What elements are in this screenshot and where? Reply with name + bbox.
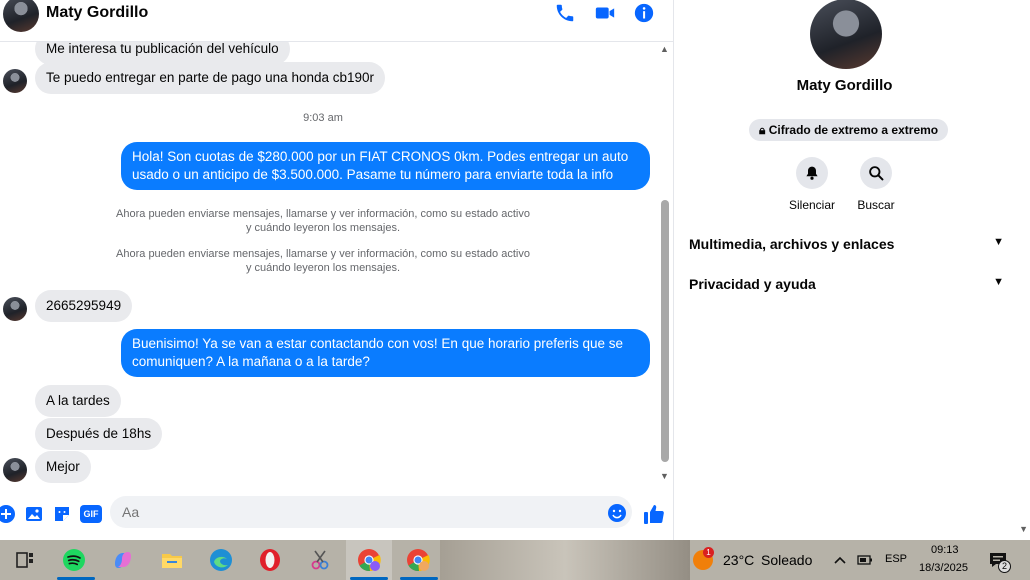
system-notice-line: Ahora pueden enviarse mensajes, llamarse… <box>116 208 530 220</box>
language-indicator[interactable]: ESP <box>885 553 907 565</box>
incoming-message[interactable]: Te puedo entregar en parte de pago una h… <box>35 62 386 94</box>
incoming-message[interactable]: 2665295949 <box>35 290 133 322</box>
mute-button[interactable]: Silenciar <box>777 157 847 212</box>
system-notice: Ahora pueden enviarse mensajes, llamarse… <box>0 207 646 235</box>
encryption-label: Cifrado de extremo a extremo <box>768 123 939 137</box>
chat-panel: Maty Gordillo Me interesa tu publicación… <box>0 0 673 540</box>
plus-icon[interactable] <box>0 504 16 524</box>
incoming-message[interactable]: Después de 18hs <box>35 418 163 450</box>
contact-avatar[interactable] <box>3 0 39 32</box>
task-view-icon[interactable] <box>13 548 37 572</box>
gif-icon[interactable]: GIF <box>80 505 102 523</box>
contact-name[interactable]: Maty Gordillo <box>46 4 148 22</box>
video-call-icon[interactable] <box>594 2 616 24</box>
sticker-icon[interactable] <box>52 504 72 524</box>
copilot-icon[interactable] <box>111 548 135 572</box>
outgoing-message[interactable]: Hola! Son cuotas de $280.000 por un FIAT… <box>121 142 650 190</box>
chevron-down-icon: ▼ <box>993 276 1004 288</box>
bell-icon <box>796 157 828 189</box>
temperature: 23°C <box>723 552 755 568</box>
emoji-icon[interactable] <box>607 503 627 523</box>
clock-time: 09:13 <box>931 544 959 556</box>
search-label: Buscar <box>857 198 895 212</box>
composer-bar: GIF <box>0 490 673 538</box>
scroll-up-arrow-icon[interactable]: ▲ <box>660 44 669 54</box>
search-icon <box>860 157 892 189</box>
incoming-message[interactable]: Mejor <box>35 451 91 483</box>
system-notice: Ahora pueden enviarse mensajes, llamarse… <box>0 247 646 275</box>
section-media-files-links[interactable]: Multimedia, archivos y enlaces ▼ <box>689 236 1004 252</box>
thumbs-up-icon[interactable] <box>643 503 665 525</box>
battery-network-icon[interactable] <box>856 552 874 568</box>
chat-header: Maty Gordillo <box>0 0 673 42</box>
section-label: Multimedia, archivos y enlaces <box>689 236 895 252</box>
scrollbar-thumb[interactable] <box>661 200 669 462</box>
profile-name[interactable]: Maty Gordillo <box>674 77 1015 94</box>
section-privacy-help[interactable]: Privacidad y ayuda ▼ <box>689 276 1004 292</box>
notification-count: 2 <box>998 560 1011 573</box>
contact-avatar-small <box>3 458 27 482</box>
contact-avatar-small <box>3 297 27 321</box>
contact-avatar-small <box>3 69 27 93</box>
outgoing-message[interactable]: Buenisimo! Ya se van a estar contactando… <box>121 329 650 377</box>
spotify-icon[interactable] <box>62 548 86 572</box>
chrome-icon[interactable] <box>406 548 430 572</box>
timestamp: 9:03 am <box>303 112 343 124</box>
snipping-tool-icon[interactable] <box>308 548 332 572</box>
system-notice-line: y cuándo leyeron los mensajes. <box>245 262 401 274</box>
message-input[interactable] <box>110 496 632 528</box>
edge-icon[interactable] <box>209 548 233 572</box>
system-notice-line: y cuándo leyeron los mensajes. <box>245 222 401 234</box>
encryption-badge[interactable]: 🔒︎ Cifrado de extremo a extremo <box>749 119 949 141</box>
weather-condition: Soleado <box>761 552 813 568</box>
clock-date: 18/3/2025 <box>919 562 968 574</box>
chevron-down-icon: ▼ <box>993 236 1004 248</box>
scroll-down-arrow-icon[interactable]: ▼ <box>1019 524 1028 534</box>
message-list: Me interesa tu publicación del vehículo … <box>0 42 673 487</box>
section-label: Privacidad y ayuda <box>689 276 816 292</box>
profile-avatar[interactable] <box>810 0 882 69</box>
message-scrollbar[interactable]: ▲ ▼ <box>658 42 672 487</box>
taskbar-background <box>440 540 690 580</box>
chrome-messenger-icon[interactable] <box>357 548 381 572</box>
mute-label: Silenciar <box>788 198 836 212</box>
chevron-up-icon[interactable] <box>833 553 847 567</box>
messenger-window: Maty Gordillo Me interesa tu publicación… <box>0 0 1030 580</box>
lock-icon: 🔒︎ <box>759 123 766 137</box>
conversation-info-panel: Maty Gordillo 🔒︎ Cifrado de extremo a ex… <box>673 0 1030 540</box>
system-notice-line: Ahora pueden enviarse mensajes, llamarse… <box>116 248 530 260</box>
phone-icon[interactable] <box>554 2 576 24</box>
weather-badge: 1 <box>703 547 714 558</box>
scroll-down-arrow-icon[interactable]: ▼ <box>660 471 669 481</box>
opera-icon[interactable] <box>258 548 282 572</box>
incoming-message[interactable]: A la tardes <box>35 385 121 417</box>
info-icon[interactable] <box>633 2 655 24</box>
windows-taskbar: 1 23°C Soleado ESP 09:13 18/3/2025 2 <box>0 540 1030 580</box>
search-button[interactable]: Buscar <box>841 157 911 212</box>
file-explorer-icon[interactable] <box>160 548 184 572</box>
photo-icon[interactable] <box>24 504 44 524</box>
